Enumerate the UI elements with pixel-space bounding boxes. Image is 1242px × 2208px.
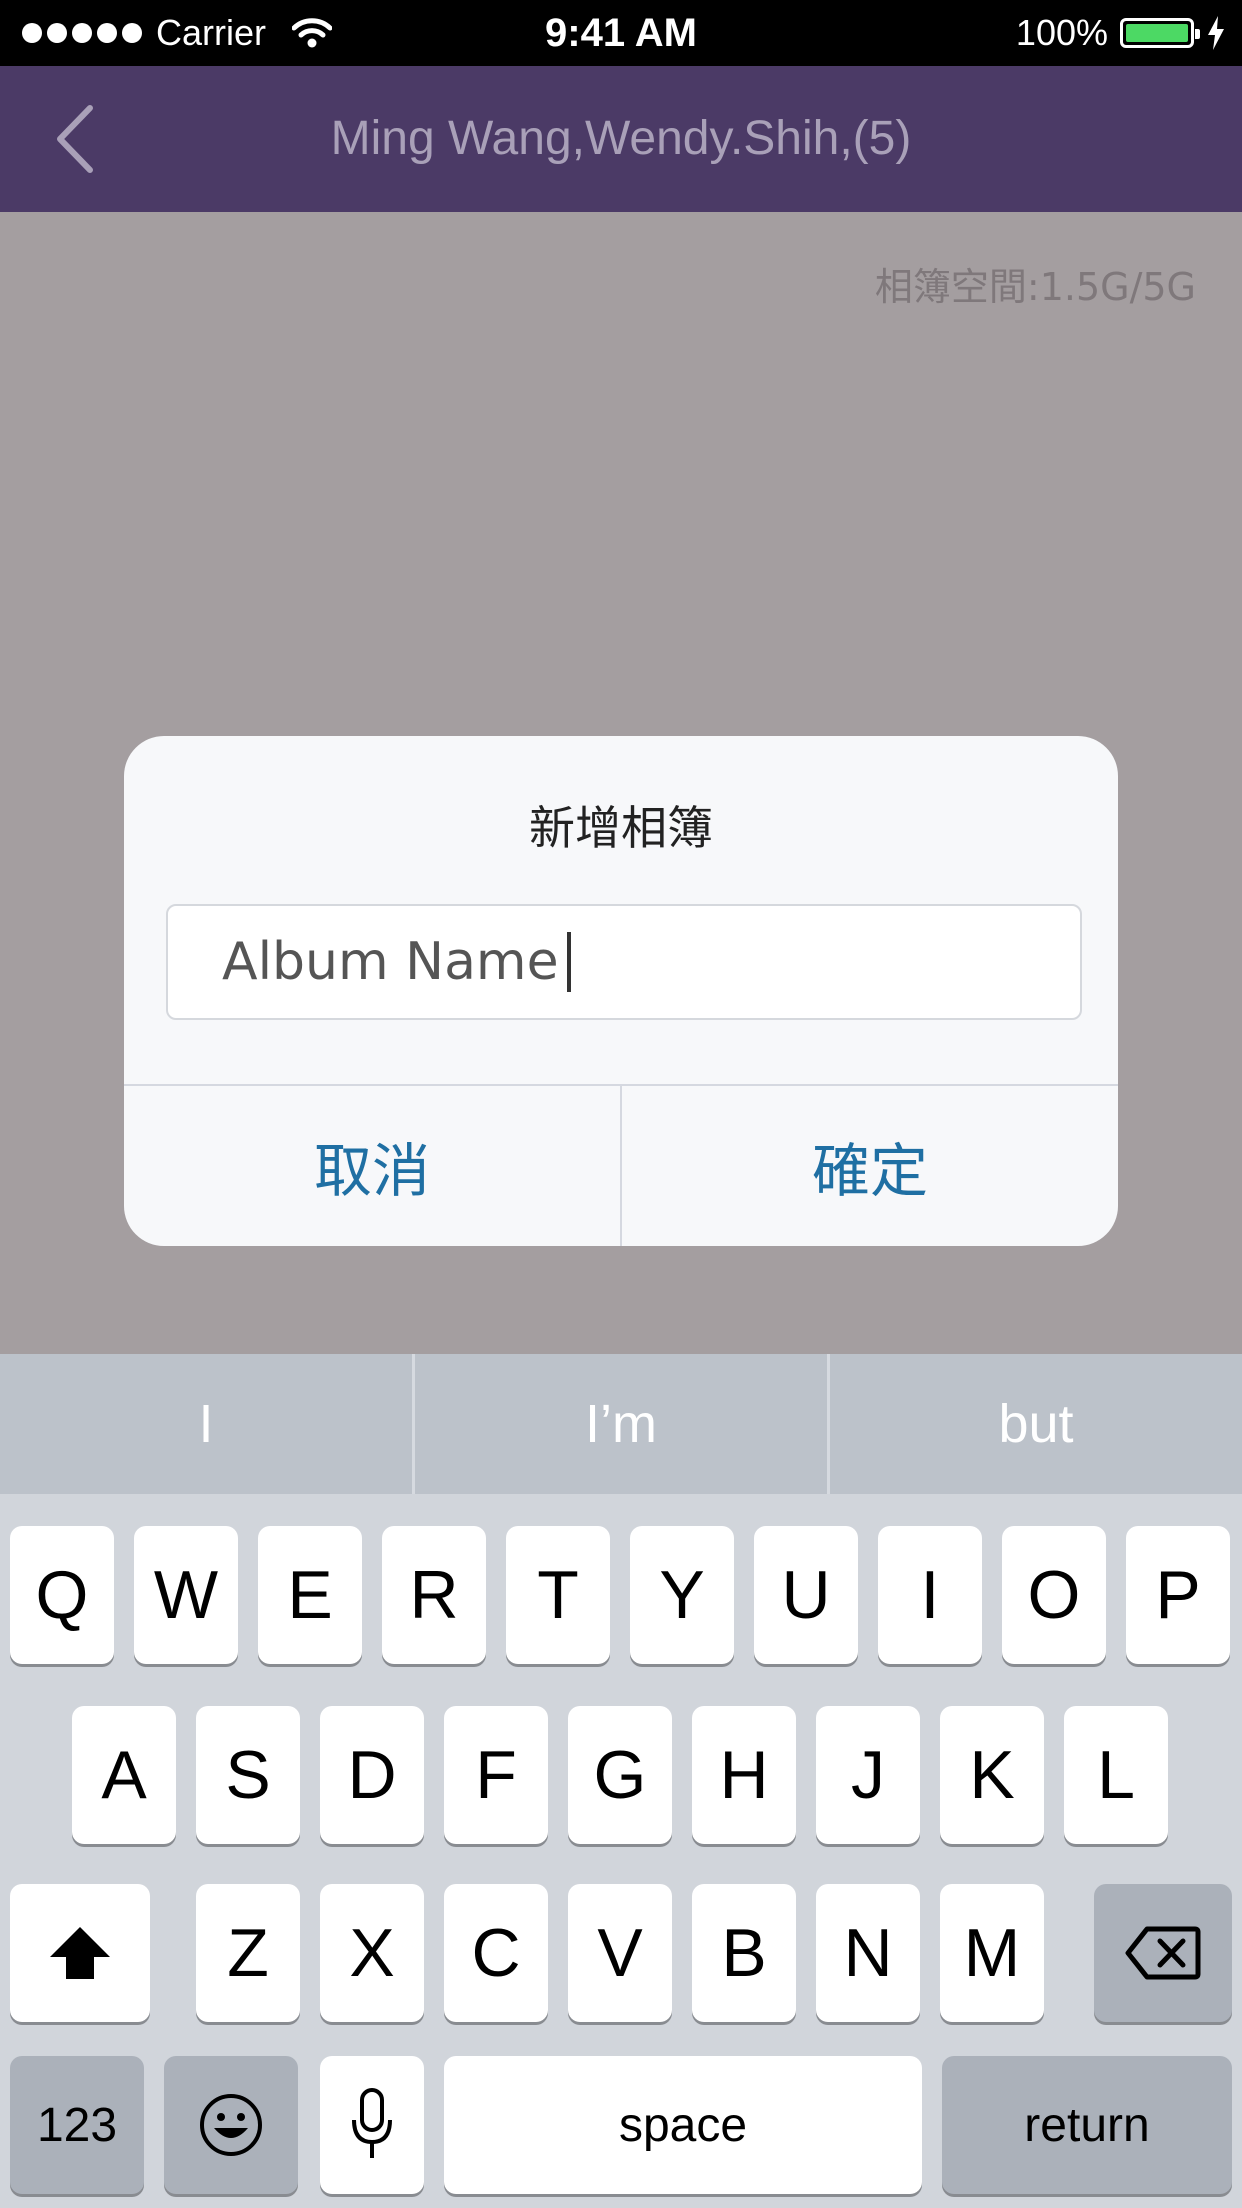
key-k[interactable]: K (940, 1706, 1044, 1844)
backspace-icon (1125, 1926, 1201, 1980)
key-x[interactable]: X (320, 1884, 424, 2022)
status-right: 100% (1016, 0, 1226, 66)
key-g[interactable]: G (568, 1706, 672, 1844)
dialog-buttons: 取消 確定 (124, 1084, 1118, 1246)
album-storage-label: 相簿空間:1.5G/5G (874, 265, 1196, 309)
key-y[interactable]: Y (630, 1526, 734, 1664)
suggestion-bar: I I’m but (0, 1354, 1242, 1494)
shift-arrow-icon (50, 1927, 110, 1979)
page-title: Ming Wang,Wendy.Shih,(5) (330, 112, 912, 165)
key-a[interactable]: A (72, 1706, 176, 1844)
key-d[interactable]: D (320, 1706, 424, 1844)
key-t[interactable]: T (506, 1526, 610, 1664)
key-b[interactable]: B (692, 1884, 796, 2022)
key-w[interactable]: W (134, 1526, 238, 1664)
dictation-key[interactable] (320, 2056, 424, 2194)
numbers-key[interactable]: 123 (10, 2056, 144, 2194)
emoji-key[interactable] (164, 2056, 298, 2194)
key-s[interactable]: S (196, 1706, 300, 1844)
key-m[interactable]: M (940, 1884, 1044, 2022)
status-bar: Carrier 9:41 AM 100% (0, 0, 1242, 66)
keyboard: I I’m but Q W E R T Y U I O P A S D F G … (0, 1354, 1242, 2208)
key-f[interactable]: F (444, 1706, 548, 1844)
emoji-icon (200, 2094, 262, 2156)
new-album-dialog: 新增相簿 Album Name 取消 確定 (124, 736, 1118, 1246)
key-r[interactable]: R (382, 1526, 486, 1664)
key-p[interactable]: P (1126, 1526, 1230, 1664)
battery-icon (1120, 18, 1200, 48)
chevron-left-icon (57, 105, 93, 173)
key-v[interactable]: V (568, 1884, 672, 2022)
space-key[interactable]: space (444, 2056, 922, 2194)
delete-key[interactable] (1094, 1884, 1232, 2022)
key-q[interactable]: Q (10, 1526, 114, 1664)
back-button[interactable] (48, 102, 118, 176)
suggestion-item[interactable]: I’m (412, 1354, 827, 1494)
key-c[interactable]: C (444, 1884, 548, 2022)
microphone-icon (352, 2088, 392, 2158)
album-name-value: Album Name (222, 932, 559, 992)
dialog-title: 新增相簿 (529, 801, 713, 855)
return-key[interactable]: return (942, 2056, 1232, 2194)
key-j[interactable]: J (816, 1706, 920, 1844)
key-n[interactable]: N (816, 1884, 920, 2022)
key-l[interactable]: L (1064, 1706, 1168, 1844)
suggestion-item[interactable]: I (0, 1354, 412, 1494)
charging-bolt-icon (1208, 16, 1224, 50)
cancel-button[interactable]: 取消 (124, 1086, 620, 1246)
album-name-input[interactable]: Album Name (166, 904, 1082, 1020)
text-cursor (566, 932, 571, 992)
key-u[interactable]: U (754, 1526, 858, 1664)
key-e[interactable]: E (258, 1526, 362, 1664)
confirm-button[interactable]: 確定 (620, 1086, 1118, 1246)
key-z[interactable]: Z (196, 1884, 300, 2022)
key-o[interactable]: O (1002, 1526, 1106, 1664)
navigation-bar: Ming Wang,Wendy.Shih,(5) (0, 66, 1242, 212)
battery-percentage: 100% (1015, 12, 1108, 53)
suggestion-item[interactable]: but (827, 1354, 1242, 1494)
key-h[interactable]: H (692, 1706, 796, 1844)
key-i[interactable]: I (878, 1526, 982, 1664)
shift-key[interactable] (10, 1884, 150, 2022)
